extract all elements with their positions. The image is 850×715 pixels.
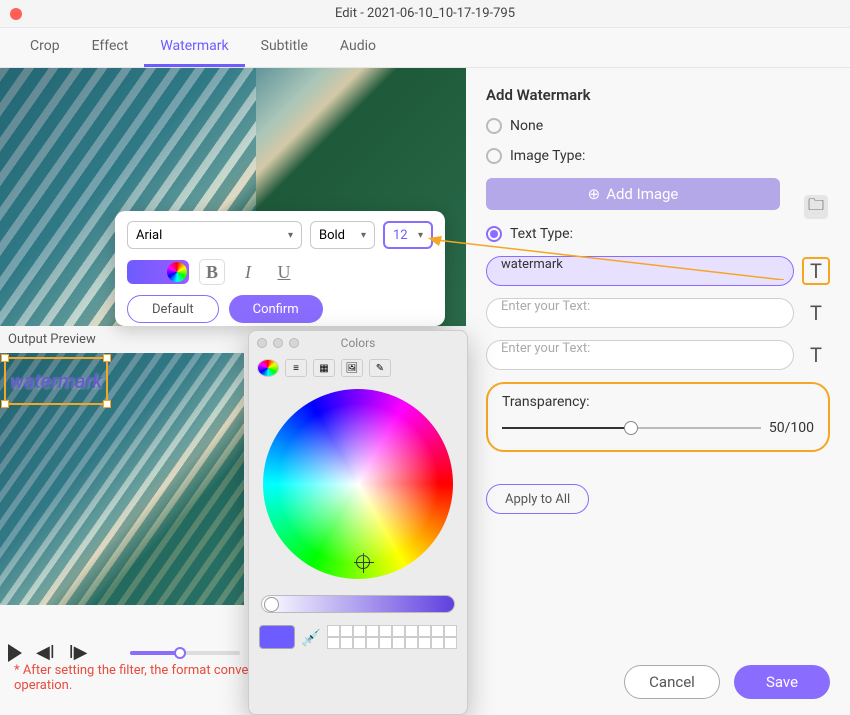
tab-audio[interactable]: Audio	[324, 28, 392, 67]
radio-image-type[interactable]: Image Type:	[486, 148, 830, 164]
play-button[interactable]	[8, 644, 22, 662]
italic-button[interactable]: I	[235, 259, 261, 285]
text-color-picker-button[interactable]	[127, 260, 189, 284]
color-crosshair-icon[interactable]	[356, 555, 370, 569]
plus-icon: ⊕	[588, 185, 601, 203]
color-picker-window[interactable]: Colors ≡ ▦ 🖼 ✎ 💉	[248, 330, 468, 715]
transparency-slider[interactable]	[502, 427, 761, 429]
color-image-tab[interactable]: 🖼	[341, 359, 363, 377]
font-size-select[interactable]: 12▾	[383, 221, 433, 249]
color-wheel-tab[interactable]	[257, 359, 279, 377]
save-button[interactable]: Save	[734, 665, 830, 699]
timeline-thumb[interactable]	[174, 647, 186, 659]
confirm-button[interactable]: Confirm	[229, 295, 323, 323]
tab-effect[interactable]: Effect	[76, 28, 145, 67]
radio-image-label: Image Type:	[510, 148, 585, 164]
radio-none[interactable]: None	[486, 118, 830, 134]
radio-none-label: None	[510, 118, 543, 134]
underline-button[interactable]: U	[271, 259, 297, 285]
watermark-text-input-2[interactable]: Enter your Text:	[486, 298, 794, 328]
font-weight-select[interactable]: Bold▾	[310, 221, 375, 249]
watermark-text-input-1[interactable]: watermark	[486, 256, 794, 286]
browse-folder-button[interactable]: 🗀	[804, 195, 828, 219]
step-back-button[interactable]: ◀I	[36, 642, 55, 663]
chevron-down-icon: ▾	[288, 230, 293, 241]
panel-title: Add Watermark	[486, 86, 830, 104]
title-bar: Edit - 2021-06-10_10-17-19-795	[0, 0, 850, 28]
window-controls	[10, 8, 22, 20]
output-preview: watermark	[0, 353, 244, 605]
color-picker-title-bar: Colors	[249, 331, 467, 355]
watermark-bounding-box[interactable]: watermark	[4, 357, 108, 405]
tab-watermark[interactable]: Watermark	[144, 28, 244, 67]
cancel-button[interactable]: Cancel	[624, 665, 720, 699]
timeline-slider[interactable]	[130, 651, 240, 655]
transparency-thumb[interactable]	[624, 421, 638, 435]
cp-close-icon[interactable]	[257, 338, 267, 348]
text-style-button-1[interactable]: T	[802, 257, 830, 285]
add-image-label: Add Image	[606, 185, 678, 203]
radio-icon-checked	[486, 226, 502, 242]
add-image-button[interactable]: ⊕ Add Image	[486, 178, 780, 210]
resize-handle-br[interactable]	[103, 400, 111, 408]
default-button[interactable]: Default	[127, 295, 219, 323]
brightness-thumb[interactable]	[264, 597, 279, 612]
radio-icon	[486, 148, 502, 164]
watermark-text-input-3[interactable]: Enter your Text:	[486, 340, 794, 370]
transparency-section: Transparency: 50/100	[486, 382, 830, 452]
color-picker-tabs: ≡ ▦ 🖼 ✎	[249, 355, 467, 381]
resize-handle-tr[interactable]	[103, 354, 111, 362]
transparency-value: 50/100	[769, 420, 814, 436]
text-style-toolbar: Arial▾ Bold▾ 12▾ B I U Default Confirm	[115, 211, 445, 326]
window-title: Edit - 2021-06-10_10-17-19-795	[10, 6, 840, 21]
folder-icon: 🗀	[808, 194, 824, 221]
brightness-slider[interactable]	[261, 595, 455, 613]
bottom-actions: Cancel Save	[624, 665, 830, 699]
radio-text-type[interactable]: Text Type:	[486, 226, 830, 242]
bold-button[interactable]: B	[199, 259, 225, 285]
playback-controls: ◀I I▶	[8, 642, 88, 663]
text-style-button-3[interactable]: T	[802, 341, 830, 369]
tab-crop[interactable]: Crop	[14, 28, 76, 67]
watermark-preview-text: watermark	[10, 369, 103, 393]
chevron-down-icon: ▾	[418, 230, 423, 241]
color-swatch-grid[interactable]	[327, 625, 457, 649]
eyedropper-button[interactable]: 💉	[301, 628, 321, 647]
resize-handle-bl[interactable]	[1, 400, 9, 408]
color-pencils-tab[interactable]: ✎	[369, 359, 391, 377]
color-sliders-tab[interactable]: ≡	[285, 359, 307, 377]
color-wheel[interactable]	[263, 389, 453, 579]
cp-zoom-icon[interactable]	[289, 338, 299, 348]
resize-handle-tl[interactable]	[1, 354, 9, 362]
chevron-down-icon: ▾	[361, 230, 366, 241]
tab-bar: Crop Effect Watermark Subtitle Audio	[0, 28, 850, 68]
apply-to-all-button[interactable]: Apply to All	[486, 484, 589, 514]
font-family-select[interactable]: Arial▾	[127, 221, 302, 249]
text-style-button-2[interactable]: T	[802, 299, 830, 327]
tab-subtitle[interactable]: Subtitle	[245, 28, 324, 67]
radio-text-label: Text Type:	[510, 226, 573, 242]
right-panel: Add Watermark None Image Type: ⊕ Add Ima…	[466, 68, 850, 715]
text-icon: T	[810, 259, 822, 283]
text-icon: T	[810, 343, 822, 367]
transparency-label: Transparency:	[502, 394, 814, 410]
step-forward-button[interactable]: I▶	[69, 642, 88, 663]
selected-color-swatch[interactable]	[259, 625, 295, 649]
radio-icon	[486, 118, 502, 134]
text-icon: T	[810, 301, 822, 325]
cp-minimize-icon[interactable]	[273, 338, 283, 348]
color-palette-tab[interactable]: ▦	[313, 359, 335, 377]
close-window-icon[interactable]	[10, 8, 22, 20]
